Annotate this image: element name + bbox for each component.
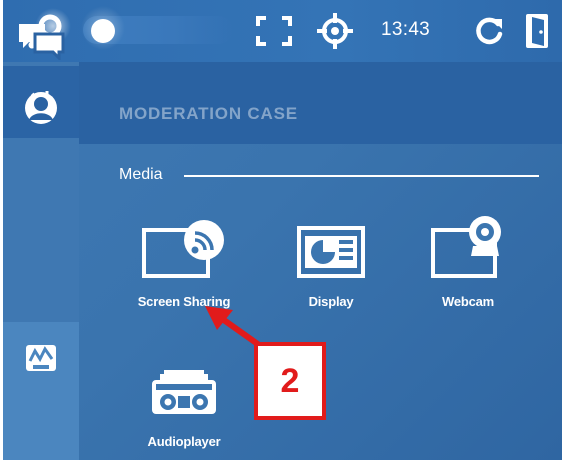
crosshair-button[interactable] (316, 12, 354, 50)
annotation-badge: 2 (254, 342, 326, 420)
chat-bubbles-icon (19, 24, 65, 60)
media-label: Webcam (441, 294, 495, 309)
app-window: 13:43 MODERATION CASE Media Screen Shari… (3, 0, 562, 460)
media-briefcase-icon (26, 345, 56, 371)
annotation-number: 2 (280, 361, 300, 400)
screen-sharing-icon (142, 220, 224, 278)
section-divider (184, 175, 539, 177)
user-icon (25, 92, 57, 124)
toggle-knob[interactable] (91, 19, 115, 43)
refresh-icon (476, 17, 503, 45)
fullscreen-button[interactable] (256, 16, 292, 46)
sidebar-empty-slot (3, 394, 79, 460)
crosshair-icon (317, 13, 353, 49)
media-item-display[interactable]: Display (266, 220, 396, 330)
exit-button[interactable] (524, 12, 550, 50)
media-label: Audioplayer (147, 434, 221, 449)
display-icon (297, 226, 365, 278)
media-item-webcam[interactable]: Webcam (403, 212, 533, 322)
refresh-button[interactable] (473, 15, 505, 47)
webcam-icon (431, 216, 501, 278)
sidebar-item-chat[interactable] (3, 8, 79, 72)
clock: 13:43 (381, 19, 431, 40)
panel-title: MODERATION CASE (119, 104, 298, 123)
media-item-audioplayer[interactable]: Audioplayer (119, 364, 249, 460)
fullscreen-icon (256, 16, 292, 46)
section-heading: Media (119, 166, 163, 183)
media-label: Display (308, 294, 354, 309)
audioplayer-icon (152, 370, 216, 414)
exit-door-icon (526, 14, 548, 48)
top-toolbar: 13:43 (3, 0, 562, 62)
sidebar-item-participants[interactable] (3, 76, 79, 140)
sidebar-item-media[interactable] (3, 322, 79, 394)
